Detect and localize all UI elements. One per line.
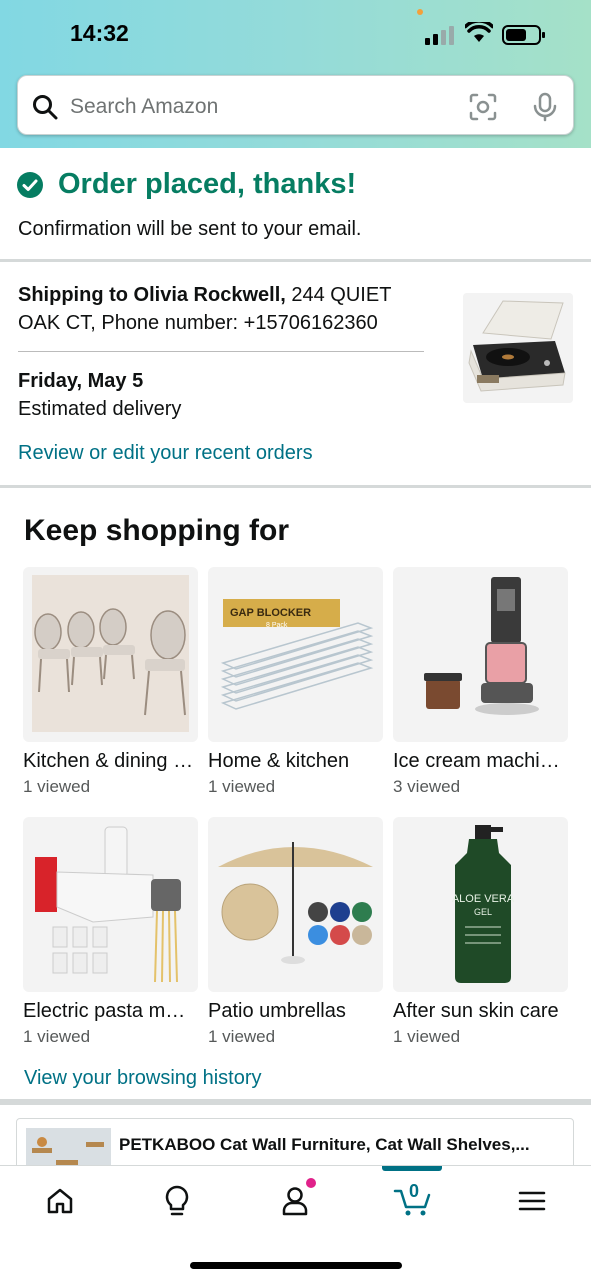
patio-umbrella-image (218, 842, 373, 964)
dining-chairs-image (32, 575, 189, 732)
search-bar[interactable] (17, 75, 574, 135)
nav-menu[interactable] (502, 1178, 562, 1224)
category-image-after-sun: ALOE VERA GEL (393, 817, 568, 992)
shipping-section: Shipping to Olivia Rockwell, 244 QUIET O… (0, 263, 591, 485)
search-icon (33, 95, 58, 120)
category-meta: 1 viewed (23, 1027, 91, 1046)
order-confirmation: Order placed, thanks! Confirmation will … (0, 148, 591, 260)
category-meta: 1 viewed (393, 1027, 461, 1046)
keep-shopping-section: Keep shopping for Kitchen & dining … 1 v… (0, 489, 591, 1099)
category-title: Home & kitchen (208, 750, 350, 772)
order-subtitle: Confirmation will be sent to your email. (18, 218, 362, 240)
ice-cream-machine-image (424, 577, 539, 715)
category-image-kitchen (23, 567, 198, 742)
nav-inspire[interactable] (147, 1178, 207, 1224)
cart-count: 0 (409, 1181, 420, 1201)
recommendation-title: PETKABOO Cat Wall Furniture, Cat Wall Sh… (119, 1135, 530, 1154)
nav-home[interactable] (30, 1178, 90, 1224)
category-card-after-sun[interactable]: ALOE VERA GEL After sun skin care 1 view… (393, 817, 568, 1047)
notification-dot (306, 1178, 316, 1188)
nav-account[interactable] (265, 1178, 325, 1224)
check-circle-icon (17, 172, 43, 198)
category-card-ice-cream[interactable]: Ice cream machi… 3 viewed (393, 567, 568, 797)
browsing-history-link[interactable]: View your browsing history (24, 1067, 262, 1090)
home-indicator[interactable] (190, 1262, 402, 1269)
category-card-home[interactable]: GAP BLOCKER 8 Pack Home & kitchen 1 view… (208, 567, 383, 797)
account-icon (282, 1187, 308, 1216)
camera-scan-icon[interactable] (469, 93, 497, 121)
microphone-icon[interactable] (533, 92, 557, 122)
gap-blocker-sub: 8 Pack (266, 622, 288, 629)
section-divider (0, 1099, 591, 1105)
aloe-sub: GEL (474, 907, 492, 917)
delivery-label: Estimated delivery (18, 398, 182, 420)
category-title: Patio umbrellas (208, 1000, 346, 1022)
category-meta: 1 viewed (23, 777, 91, 796)
category-meta: 3 viewed (393, 777, 461, 796)
section-divider (0, 259, 591, 262)
order-title: Order placed, thanks! (58, 168, 357, 200)
shipping-label: Shipping to Olivia Rockwell, (18, 284, 286, 306)
ordered-product-image[interactable] (463, 293, 573, 403)
shipping-rule (18, 351, 424, 352)
home-icon (47, 1188, 73, 1214)
aloe-brand: ALOE VERA (452, 893, 515, 905)
pasta-maker-image (35, 826, 181, 983)
category-card-pasta[interactable]: Electric pasta m… 1 viewed (23, 817, 198, 1047)
menu-icon (518, 1191, 546, 1211)
header: 14:32 (0, 0, 591, 148)
category-image-umbrellas (208, 817, 383, 992)
category-title: After sun skin care (393, 1000, 559, 1022)
aloe-gel-bottle-image: ALOE VERA GEL (452, 825, 515, 983)
delivery-date: Friday, May 5 (18, 370, 144, 392)
category-meta: 1 viewed (208, 777, 276, 796)
active-tab-indicator (382, 1166, 442, 1171)
category-image-home: GAP BLOCKER 8 Pack (208, 567, 383, 742)
battery-icon (502, 25, 545, 45)
category-title: Kitchen & dining … (23, 750, 194, 772)
category-card-kitchen[interactable]: Kitchen & dining … 1 viewed (23, 567, 198, 797)
gap-blocker-image: GAP BLOCKER 8 Pack (220, 599, 374, 710)
lightbulb-icon (165, 1185, 189, 1216)
section-divider (0, 485, 591, 488)
category-title: Electric pasta m… (23, 1000, 186, 1022)
gap-blocker-label: GAP BLOCKER (230, 607, 311, 619)
search-input[interactable] (70, 93, 430, 121)
category-card-umbrellas[interactable]: Patio umbrellas 1 viewed (208, 817, 383, 1047)
bottom-navigation: 0 (0, 1165, 591, 1280)
review-orders-link[interactable]: Review or edit your recent orders (18, 442, 313, 465)
keep-shopping-title: Keep shopping for (24, 514, 289, 547)
cellular-signal-icon (425, 26, 454, 45)
privacy-indicator-dot (417, 9, 423, 15)
category-image-pasta (23, 817, 198, 992)
category-image-ice-cream (393, 567, 568, 742)
shipping-address: Shipping to Olivia Rockwell, 244 QUIET O… (18, 281, 418, 337)
category-meta: 1 viewed (208, 1027, 276, 1046)
record-player-image (463, 293, 573, 403)
category-title: Ice cream machi… (393, 750, 560, 772)
wifi-icon (465, 22, 493, 42)
status-time: 14:32 (70, 20, 129, 46)
